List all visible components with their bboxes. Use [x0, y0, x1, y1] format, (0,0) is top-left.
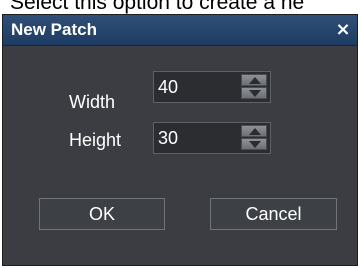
width-input[interactable]	[158, 75, 234, 99]
up-arrow-icon	[249, 128, 261, 135]
cancel-button[interactable]: Cancel	[210, 198, 337, 230]
up-arrow-icon	[249, 77, 261, 84]
down-arrow-icon	[249, 90, 261, 97]
height-input[interactable]	[158, 126, 234, 150]
height-spinner	[241, 125, 267, 151]
height-label: Height	[69, 130, 122, 150]
width-spinbox	[153, 71, 271, 103]
close-icon[interactable]: ×	[333, 20, 353, 40]
width-decrement-button[interactable]	[241, 87, 267, 99]
height-spinbox	[153, 122, 271, 154]
dialog-title: New Patch	[11, 20, 97, 39]
page-caption: Select this option to create a ne	[10, 0, 305, 14]
dialog-title-bar[interactable]: New Patch ×	[3, 15, 357, 46]
down-arrow-icon	[249, 141, 261, 148]
height-increment-button[interactable]	[241, 125, 267, 137]
width-label: Width	[69, 92, 116, 112]
new-patch-dialog: New Patch × Width Height OK Cancel	[2, 14, 358, 266]
width-increment-button[interactable]	[241, 74, 267, 86]
height-decrement-button[interactable]	[241, 138, 267, 150]
ok-button[interactable]: OK	[39, 198, 165, 230]
width-spinner	[241, 74, 267, 100]
